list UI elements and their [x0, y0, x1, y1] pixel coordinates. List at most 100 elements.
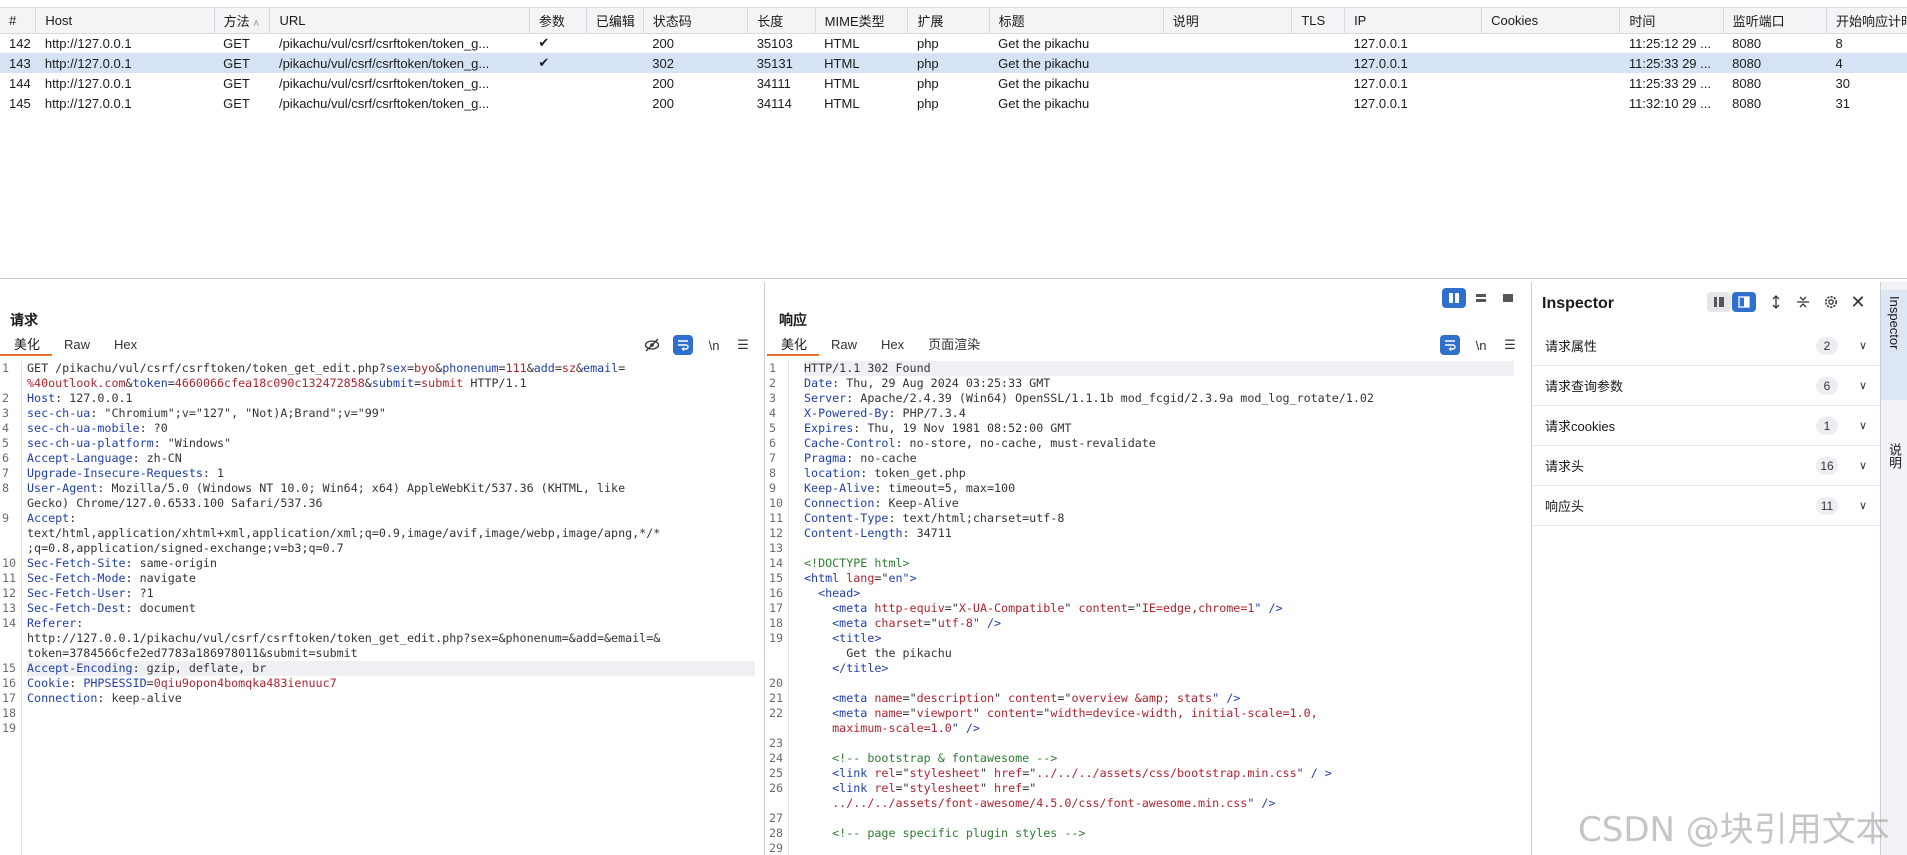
code-token: en	[888, 571, 903, 585]
line-number: 14	[769, 556, 784, 570]
tab-1[interactable]: Raw	[819, 334, 869, 356]
code-token: 111	[505, 361, 527, 375]
column-header[interactable]: Host	[35, 8, 215, 34]
single-view-icon[interactable]	[1496, 288, 1520, 308]
column-header[interactable]: 说明	[1163, 8, 1293, 34]
inspector-section[interactable]: 请求属性 2 ∨	[1532, 326, 1880, 366]
table-row[interactable]: 145 http://127.0.0.1 GET/pikachu/vul/csrf/…	[0, 93, 1907, 113]
column-header[interactable]: Cookies	[1481, 8, 1621, 34]
split-vertical-icon[interactable]	[1469, 288, 1493, 308]
column-header[interactable]: TLS	[1291, 8, 1346, 34]
tab-1[interactable]: Raw	[52, 334, 102, 356]
column-header[interactable]: URL	[269, 8, 530, 34]
tab-2[interactable]: Hex	[869, 334, 916, 356]
line-number: 23	[769, 736, 784, 750]
column-header[interactable]: 标题	[989, 8, 1164, 34]
column-header[interactable]: 时间	[1619, 8, 1724, 34]
code-line: <meta name="description" content="overvi…	[804, 691, 1514, 706]
column-header[interactable]: 长度	[747, 8, 816, 34]
column-header-label: MIME类型	[824, 13, 885, 29]
column-header[interactable]: 扩展	[907, 8, 990, 34]
collapse-all-icon[interactable]	[1793, 292, 1813, 312]
inspector-section[interactable]: 请求头 16 ∨	[1532, 446, 1880, 486]
response-menu-icon[interactable]: ☰	[1500, 335, 1520, 355]
line-number: 4	[2, 421, 10, 435]
request-editor[interactable]: 1 2 3 4 5 6 7 8 9 10 11 12 13 14 15 16 17 18 19 GET /pikac…	[0, 361, 760, 855]
column-header[interactable]: 方法 ∧	[214, 8, 271, 34]
column-header-label: 参数	[538, 13, 565, 29]
cell-length: 34114	[756, 95, 792, 111]
wrap-lines-icon[interactable]	[1440, 335, 1460, 355]
table-row[interactable]: 143 http://127.0.0.1 GET/pikachu/vul/csrf/…	[0, 53, 1907, 73]
table-row[interactable]: 144 http://127.0.0.1 GET/pikachu/vul/csrf/…	[0, 73, 1907, 93]
code-token: : ?0	[139, 421, 168, 435]
column-header[interactable]: 参数	[529, 8, 587, 34]
tab-2[interactable]: Hex	[102, 334, 149, 356]
tab-0[interactable]: 美化	[0, 334, 53, 356]
rail-tab-inspector[interactable]: Inspector	[1881, 290, 1907, 400]
column-header[interactable]: #	[0, 8, 37, 34]
table-row[interactable]: 142 http://127.0.0.1 GET/pikachu/vul/csrf/…	[0, 33, 1907, 53]
inspector-section[interactable]: 响应头 11 ∨	[1532, 486, 1880, 526]
cell-url: /pikachu/vul/csrf/csrftoken/token_g...	[278, 95, 490, 111]
code-token: <head>	[804, 586, 861, 600]
cell-cookies	[1482, 93, 1620, 113]
code-line: Gecko) Chrome/127.0.6533.100 Safari/537.…	[27, 496, 755, 511]
column-header[interactable]: 状态码	[643, 8, 749, 34]
column-header[interactable]: 已编辑	[586, 8, 644, 34]
line-number: 1	[769, 361, 777, 375]
newline-toggle-icon[interactable]: \n	[1471, 335, 1491, 355]
cell-num: 144	[9, 75, 31, 91]
column-header[interactable]: IP	[1344, 8, 1483, 34]
line-number: 2	[769, 376, 777, 390]
line-number: 4	[769, 406, 777, 420]
split-horizontal-icon[interactable]	[1442, 288, 1466, 308]
code-token: PHPSESSID	[83, 676, 147, 690]
inspector-list-view-icon[interactable]	[1707, 292, 1731, 312]
chevron-down-icon: ∨	[1858, 460, 1867, 472]
hide-whitespace-icon[interactable]	[642, 335, 662, 355]
pane-divider[interactable]	[764, 282, 765, 855]
newline-toggle-icon[interactable]: \n	[704, 335, 724, 355]
sort-ascending-icon: ∧	[252, 17, 260, 29]
response-editor[interactable]: 1 2 3 4 5 6 7 8 9 10 11 12 13 14 15 16 17 18 19 20 21 22 23 24 2…	[767, 361, 1522, 855]
column-header[interactable]: 开始响应计时	[1826, 8, 1907, 34]
rail-tab-notes[interactable]: 说明	[1881, 437, 1907, 497]
response-code[interactable]: HTTP/1.1 302 Found Date: Thu, 29 Aug 2024…	[804, 361, 1514, 855]
code-token: utf-8	[937, 616, 973, 630]
tab-0[interactable]: 美化	[767, 334, 820, 356]
inspector-section[interactable]: 请求查询参数 6 ∨	[1532, 366, 1880, 406]
code-token: maximum-scale=1.0	[804, 721, 952, 735]
inspector-title: Inspector	[1542, 295, 1615, 312]
code-token: location	[804, 466, 861, 480]
tab-3[interactable]: 页面渲染	[916, 334, 992, 356]
column-header[interactable]: 监听端口	[1723, 8, 1828, 34]
code-token: Sec-Fetch-Mode	[27, 571, 126, 585]
history-header-row: # Host 方法 ∧ URL 参数 已编辑 状态码 长度 MIME类型 扩展 标题 说明 TLS IP Co…	[0, 8, 1907, 34]
code-line: <meta charset="utf-8" />	[804, 616, 1514, 631]
cell-tls	[1291, 53, 1345, 73]
code-line: Pragma: no-cache	[804, 451, 1514, 466]
code-token: width=device-width, initial-scale=1.0,	[1050, 706, 1318, 720]
settings-gear-icon[interactable]	[1821, 292, 1841, 312]
watermark: CSDN @块引用文本	[1578, 810, 1890, 850]
code-line: Date: Thu, 29 Aug 2024 03:25:33 GMT	[804, 376, 1514, 391]
code-line: Server: Apache/2.4.39 (Win64) OpenSSL/1.…	[804, 391, 1514, 406]
request-code[interactable]: GET /pikachu/vul/csrf/csrftoken/token_ge…	[27, 361, 755, 736]
close-icon[interactable]: ✕	[1848, 292, 1868, 312]
wrap-lines-icon[interactable]	[673, 335, 693, 355]
column-header[interactable]: MIME类型	[815, 8, 909, 34]
inspector-section-label: 响应头	[1545, 499, 1585, 514]
inspector-panel-view-icon[interactable]	[1732, 292, 1756, 312]
request-menu-icon[interactable]: ☰	[733, 335, 753, 355]
inspector-section[interactable]: 请求cookies 1 ∨	[1532, 406, 1880, 446]
code-token: "	[972, 706, 987, 720]
column-header-label: URL	[279, 12, 306, 28]
code-line: Referer:	[27, 616, 755, 631]
inspector-section-label: 请求头	[1545, 459, 1585, 474]
code-token: content	[1008, 691, 1058, 705]
column-header-label: 已编辑	[595, 13, 635, 29]
code-token: " />	[1212, 691, 1241, 705]
expand-all-icon[interactable]	[1766, 292, 1786, 312]
code-token: Accept	[27, 511, 70, 525]
